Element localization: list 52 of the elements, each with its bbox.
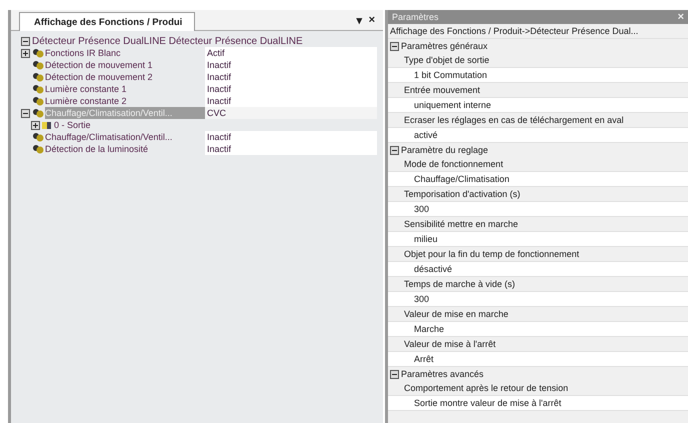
parameter-value[interactable]: milieu	[388, 232, 688, 247]
section-title: Paramètres généraux	[401, 41, 488, 51]
tree-item-label[interactable]: Détection de la luminosité	[45, 143, 205, 155]
function-icon	[32, 132, 44, 142]
tree-item-value: Actif	[205, 47, 377, 59]
collapse-toggle[interactable]	[390, 146, 399, 154]
parameter-value[interactable]: Marche	[388, 322, 688, 337]
function-icon	[32, 72, 44, 82]
function-icon	[32, 96, 44, 106]
tree-item-value: CVC	[205, 107, 377, 119]
function-icon	[32, 84, 44, 94]
function-icon	[32, 60, 44, 70]
parameter-value[interactable]: Chauffage/Climatisation	[388, 172, 688, 187]
function-icon	[32, 48, 44, 58]
parameter-value[interactable]: 300	[388, 292, 688, 307]
tree-item-value: Inactif	[205, 131, 377, 143]
parameter-value[interactable]: 300	[388, 202, 688, 217]
parameter-path: Affichage des Fonctions / Produit->Détecteur Présence Dual...	[388, 24, 688, 39]
parameter-value[interactable]: uniquement interne	[388, 98, 688, 113]
section-title: Paramètres avancés	[401, 369, 484, 379]
tree-item-value: Inactif	[205, 95, 377, 107]
object-icon	[42, 120, 52, 130]
tree-item-value: Inactif	[205, 59, 377, 71]
section-title: Paramètre du reglage	[401, 145, 488, 155]
parameter-value[interactable]: Arrêt	[388, 352, 688, 367]
tree-item-value: Inactif	[205, 143, 377, 155]
tree-root-label[interactable]: Détecteur Présence DualLINE Détecteur Présence DualLINE	[32, 36, 303, 46]
tree-item-label[interactable]: 0 - Sortie	[54, 119, 204, 131]
tree-item-label[interactable]: Lumière constante 1	[45, 83, 205, 95]
tree-item-label[interactable]: Détection de mouvement 2	[45, 71, 205, 83]
parameter-value[interactable]: 1 bit Commutation	[388, 68, 688, 83]
function-icon	[32, 108, 44, 118]
collapse-toggle[interactable]	[21, 36, 30, 46]
close-button[interactable]: ×	[368, 14, 375, 26]
expand-toggle[interactable]	[21, 108, 30, 118]
collapse-toggle[interactable]	[390, 42, 399, 50]
parameter-value[interactable]: Sortie montre valeur de mise à l'arrêt	[388, 396, 688, 411]
expand-toggle[interactable]	[31, 120, 40, 130]
collapse-toggle[interactable]	[390, 370, 399, 378]
parameter-value[interactable]: désactivé	[388, 262, 688, 277]
tree-item-value: Inactif	[205, 71, 377, 83]
panel-tab[interactable]: Affichage des Fonctions / Produi	[19, 12, 196, 31]
tree-item-label[interactable]: Fonctions IR Blanc	[45, 47, 205, 59]
panel-title: Paramètres	[392, 12, 440, 22]
tree-item-value: Inactif	[205, 83, 377, 95]
tree-item-label[interactable]: Lumière constante 2	[45, 95, 205, 107]
expand-toggle[interactable]	[21, 48, 30, 58]
tree-item-label[interactable]: Chauffage/Climatisation/Ventil...	[45, 131, 205, 143]
parameter-value[interactable]: activé	[388, 128, 688, 143]
function-icon	[32, 144, 44, 154]
tree-item-label[interactable]: Détection de mouvement 1	[45, 59, 205, 71]
panel-menu-button[interactable]: ▾	[356, 14, 363, 26]
